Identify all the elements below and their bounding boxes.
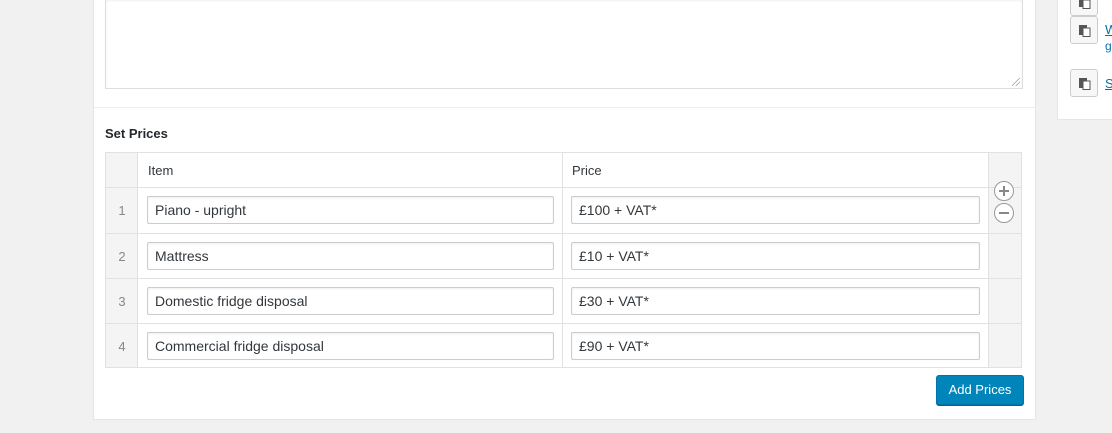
price-table: Item Price 1 2 3 4 (105, 152, 1022, 368)
copy-icon (1079, 78, 1091, 90)
copy-button[interactable] (1070, 69, 1098, 97)
add-prices-button[interactable]: Add Prices (936, 375, 1024, 405)
table-row: 3 (106, 278, 1021, 323)
copy-icon (1079, 25, 1091, 37)
section-divider (94, 107, 1035, 108)
row-index: 1 (118, 203, 126, 218)
copy-button[interactable] (1070, 0, 1098, 16)
copy-button[interactable] (1070, 16, 1098, 44)
minus-circle-icon[interactable] (994, 203, 1014, 223)
item-input[interactable] (147, 196, 554, 224)
copy-icon (1079, 0, 1091, 9)
main-panel: Set Prices Item Price 1 2 3 4 (93, 0, 1036, 420)
price-input[interactable] (571, 196, 980, 224)
item-input[interactable] (147, 332, 554, 360)
plus-circle-icon[interactable] (994, 181, 1014, 201)
item-column-header: Item (148, 163, 174, 178)
description-textarea[interactable] (105, 0, 1023, 89)
section-title: Set Prices (105, 126, 168, 141)
sidebar-link[interactable]: S (1105, 76, 1112, 91)
price-input[interactable] (571, 287, 980, 315)
row-index: 3 (118, 294, 126, 309)
table-row: 4 (106, 323, 1021, 368)
row-index: 4 (118, 339, 126, 354)
sidebar-link-sub: g (1105, 39, 1112, 53)
table-row: 1 (106, 181, 1021, 233)
resize-handle[interactable] (1012, 78, 1020, 86)
sidebar-panel: W g S (1057, 0, 1112, 120)
table-row: 2 (106, 233, 1021, 278)
item-input[interactable] (147, 287, 554, 315)
sidebar-link[interactable]: W (1105, 22, 1112, 37)
price-input[interactable] (571, 242, 980, 270)
price-column-header: Price (572, 163, 602, 178)
price-input[interactable] (571, 332, 980, 360)
item-input[interactable] (147, 242, 554, 270)
row-index: 2 (118, 249, 126, 264)
table-header-row: Item Price (106, 153, 1021, 188)
